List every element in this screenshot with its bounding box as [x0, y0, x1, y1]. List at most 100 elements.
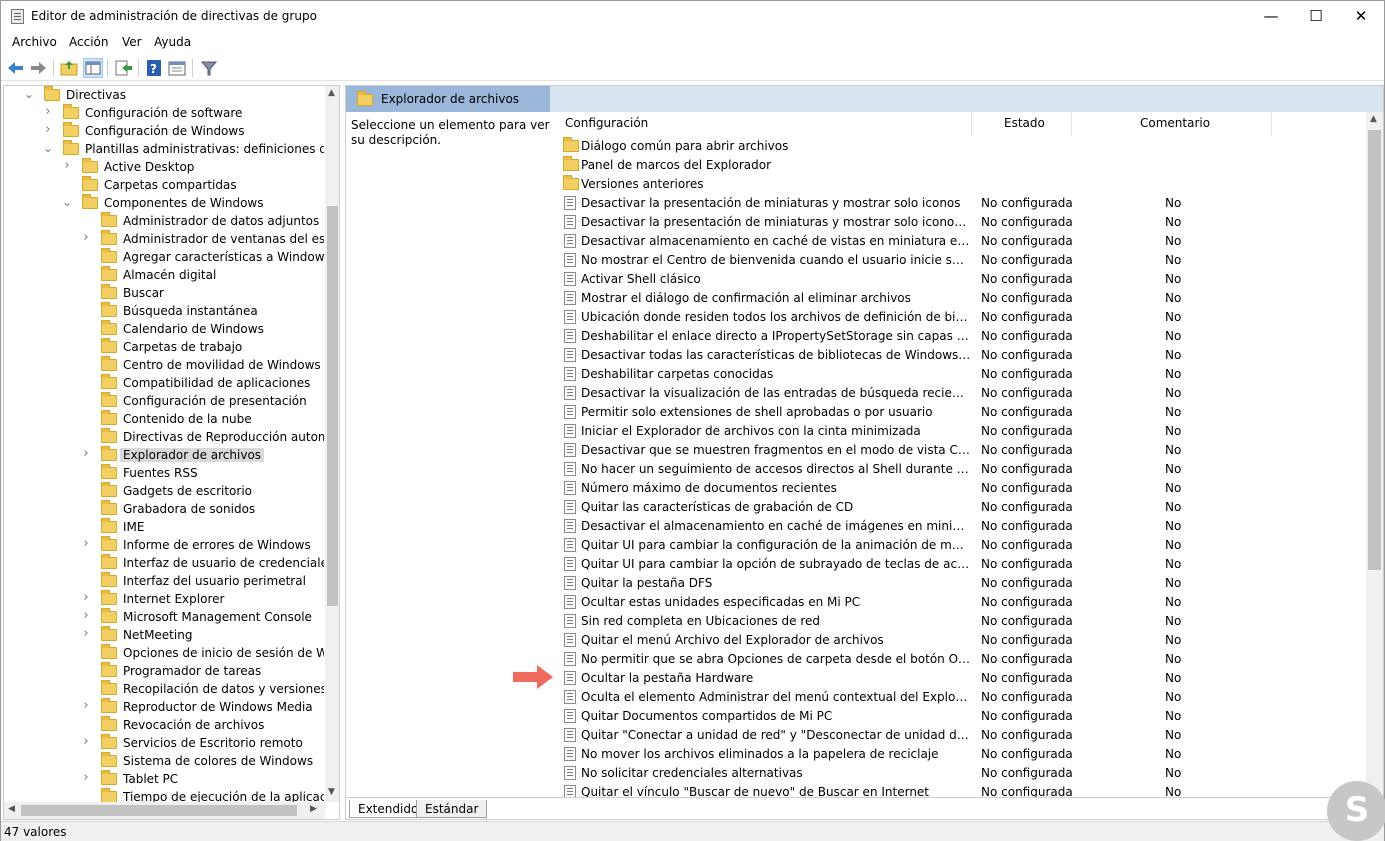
- list-folder-row[interactable]: Diálogo común para abrir archivos: [557, 136, 1369, 155]
- tree-item[interactable]: Fuentes RSS: [4, 464, 324, 482]
- table-row[interactable]: Desactivar todas las características de …: [557, 345, 1369, 364]
- tree-horizontal-scroll-thumb[interactable]: [21, 805, 297, 816]
- table-row[interactable]: Deshabilitar carpetas conocidas No config…: [557, 364, 1369, 383]
- tree-item[interactable]: › Configuración de software: [4, 104, 324, 122]
- table-row[interactable]: No permitir que se abra Opciones de carp…: [557, 649, 1369, 668]
- help-icon[interactable]: ?: [144, 58, 164, 78]
- list-folder-row[interactable]: Versiones anteriores: [557, 174, 1369, 193]
- chevron-right-icon[interactable]: ›: [81, 627, 91, 640]
- chevron-right-icon[interactable]: ›: [43, 123, 53, 136]
- tree-item[interactable]: ⌄ Plantillas administrativas: definicione…: [4, 140, 324, 158]
- tree-item[interactable]: Grabadora de sonidos: [4, 500, 324, 518]
- table-row[interactable]: Activar Shell clásico No configurada No: [557, 269, 1369, 288]
- chevron-right-icon[interactable]: ›: [81, 609, 91, 622]
- table-row[interactable]: Deshabilitar el enlace directo a IProper…: [557, 326, 1369, 345]
- close-button[interactable]: ✕: [1338, 1, 1384, 31]
- tree-item[interactable]: Recopilación de datos y versiones prel: [4, 680, 324, 698]
- tree-item[interactable]: Interfaz de usuario de credenciales: [4, 554, 324, 572]
- table-row[interactable]: Quitar "Conectar a unidad de red" y "Des…: [557, 725, 1369, 744]
- table-row[interactable]: Permitir solo extensiones de shell aprob…: [557, 402, 1369, 421]
- chevron-down-icon[interactable]: ⌄: [62, 196, 72, 208]
- chevron-right-icon[interactable]: ›: [81, 699, 91, 712]
- tree-item[interactable]: Revocación de archivos: [4, 716, 324, 734]
- table-row[interactable]: Quitar el vínculo "Buscar de nuevo" de B…: [557, 782, 1369, 797]
- menu-archivo[interactable]: Archivo: [12, 35, 57, 49]
- tree-pane[interactable]: Tiempo de ejecución de la aplicación › Tab…: [3, 85, 340, 820]
- chevron-right-icon[interactable]: ›: [81, 735, 91, 748]
- table-row[interactable]: Desactivar almacenamiento en caché de vi…: [557, 231, 1369, 250]
- table-row[interactable]: Quitar Documentos compartidos de Mi PC No…: [557, 706, 1369, 725]
- tree-item[interactable]: › Microsoft Management Console: [4, 608, 324, 626]
- tree-item[interactable]: Opciones de inicio de sesión de Windo: [4, 644, 324, 662]
- tree-item[interactable]: Agregar características a Windows 10: [4, 248, 324, 266]
- tree-item[interactable]: › Active Desktop: [4, 158, 324, 176]
- tree-item[interactable]: › Administrador de ventanas del escrito: [4, 230, 324, 248]
- tree-item[interactable]: ⌄ Componentes de Windows: [4, 194, 324, 212]
- properties-icon[interactable]: [167, 58, 187, 78]
- chevron-right-icon[interactable]: ›: [43, 105, 53, 118]
- maximize-button[interactable]: ☐: [1293, 1, 1339, 31]
- tree-item[interactable]: Interfaz del usuario perimetral: [4, 572, 324, 590]
- table-row[interactable]: Desactivar la presentación de miniaturas…: [557, 193, 1369, 212]
- forward-arrow-icon[interactable]: [28, 58, 48, 78]
- chevron-right-icon[interactable]: ›: [62, 159, 72, 172]
- menu-ayuda[interactable]: Ayuda: [154, 35, 191, 49]
- table-row[interactable]: Desactivar el almacenamiento en caché de…: [557, 516, 1369, 535]
- tree-item[interactable]: Sistema de colores de Windows: [4, 752, 324, 770]
- tree-item[interactable]: Directivas de Reproducción automátic: [4, 428, 324, 446]
- column-comentario[interactable]: Comentario: [1140, 116, 1210, 130]
- back-arrow-icon[interactable]: [6, 58, 26, 78]
- export-icon[interactable]: [113, 58, 133, 78]
- menu-ver[interactable]: Ver: [122, 35, 142, 49]
- column-separator[interactable]: [971, 112, 972, 136]
- tree-item[interactable]: Contenido de la nube: [4, 410, 324, 428]
- filter-icon[interactable]: [199, 58, 219, 78]
- tree-item[interactable]: Administrador de datos adjuntos: [4, 212, 324, 230]
- tree-item[interactable]: › Internet Explorer: [4, 590, 324, 608]
- table-row[interactable]: Quitar UI para cambiar la configuración …: [557, 535, 1369, 554]
- tree-item[interactable]: Calendario de Windows: [4, 320, 324, 338]
- tree-item[interactable]: IME: [4, 518, 324, 536]
- tree-item[interactable]: › Servicios de Escritorio remoto: [4, 734, 324, 752]
- tree-item[interactable]: Carpetas de trabajo: [4, 338, 324, 356]
- table-row[interactable]: Iniciar el Explorador de archivos con la…: [557, 421, 1369, 440]
- table-row[interactable]: Ubicación donde residen todos los archiv…: [557, 307, 1369, 326]
- table-row[interactable]: Quitar las características de grabación …: [557, 497, 1369, 516]
- table-row[interactable]: No solicitar credenciales alternativas No…: [557, 763, 1369, 782]
- table-row[interactable]: No mostrar el Centro de bienvenida cuand…: [557, 250, 1369, 269]
- scroll-down-icon[interactable]: ▼: [328, 787, 335, 797]
- column-separator[interactable]: [1071, 112, 1072, 136]
- list-vertical-scroll-thumb[interactable]: [1368, 130, 1381, 570]
- chevron-right-icon[interactable]: ›: [81, 771, 91, 784]
- tree-item[interactable]: Almacén digital: [4, 266, 324, 284]
- table-row[interactable]: Ocultar estas unidades especificadas en …: [557, 592, 1369, 611]
- menu-accion[interactable]: Acción: [69, 35, 108, 49]
- table-row[interactable]: Sin red completa en Ubicaciones de red No…: [557, 611, 1369, 630]
- tree-item[interactable]: Gadgets de escritorio: [4, 482, 324, 500]
- chevron-right-icon[interactable]: ›: [81, 447, 91, 460]
- table-row[interactable]: Mostrar el diálogo de confirmación al el…: [557, 288, 1369, 307]
- tree-item[interactable]: › Tablet PC: [4, 770, 324, 788]
- tree-item[interactable]: › Explorador de archivos: [4, 446, 324, 464]
- minimize-button[interactable]: —: [1248, 1, 1294, 31]
- chevron-right-icon[interactable]: ›: [81, 591, 91, 604]
- column-separator[interactable]: [1271, 112, 1272, 136]
- tree-item[interactable]: Buscar: [4, 284, 324, 302]
- table-row[interactable]: No hacer un seguimiento de accesos direc…: [557, 459, 1369, 478]
- scroll-right-icon[interactable]: ▶: [310, 804, 317, 814]
- scroll-left-icon[interactable]: ◀: [8, 804, 15, 814]
- tree-vertical-scroll-thumb[interactable]: [327, 206, 338, 606]
- table-row[interactable]: Desactivar la visualización de las entra…: [557, 383, 1369, 402]
- folder-up-icon[interactable]: [59, 58, 79, 78]
- tree-item[interactable]: Búsqueda instantánea: [4, 302, 324, 320]
- settings-list[interactable]: Configuración Estado Comentario Diálogo …: [557, 112, 1383, 797]
- table-row[interactable]: Ocultar la pestaña Hardware No configurad…: [557, 668, 1369, 687]
- table-row[interactable]: Quitar el menú Archivo del Explorador de…: [557, 630, 1369, 649]
- table-row[interactable]: Desactivar la presentación de miniaturas…: [557, 212, 1369, 231]
- scroll-up-icon[interactable]: ▲: [328, 88, 335, 98]
- table-row[interactable]: Oculta el elemento Administrar del menú …: [557, 687, 1369, 706]
- tree-item[interactable]: › Configuración de Windows: [4, 122, 324, 140]
- tree-item[interactable]: Centro de movilidad de Windows: [4, 356, 324, 374]
- tree-item[interactable]: Compatibilidad de aplicaciones: [4, 374, 324, 392]
- tree-item[interactable]: Carpetas compartidas: [4, 176, 324, 194]
